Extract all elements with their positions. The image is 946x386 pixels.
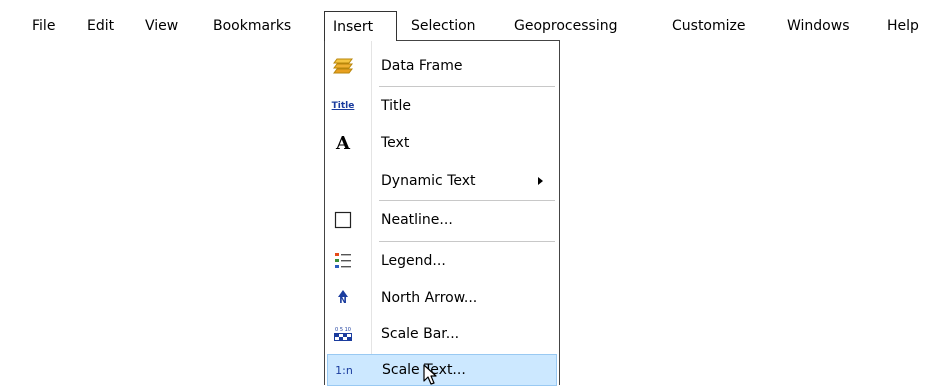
menu-windows[interactable]: Windows bbox=[783, 15, 854, 37]
neatline-icon bbox=[333, 211, 353, 229]
menu-separator bbox=[379, 241, 555, 243]
menu-item-text[interactable]: A Text bbox=[327, 126, 557, 160]
menu-item-neatline[interactable]: Neatline... bbox=[327, 203, 557, 237]
menu-item-scale-text[interactable]: 1:n Scale Text... bbox=[327, 354, 557, 386]
data-frame-icon bbox=[333, 57, 353, 75]
insert-dropdown-menu: Data Frame Title Title A Text Dynamic Te… bbox=[324, 40, 560, 386]
menu-item-scale-bar[interactable]: 0 5 10 Scale Bar... bbox=[327, 317, 557, 351]
menu-item-label: Data Frame bbox=[381, 58, 463, 74]
menu-bookmarks[interactable]: Bookmarks bbox=[209, 15, 295, 37]
menu-item-label: North Arrow... bbox=[381, 290, 478, 306]
legend-icon bbox=[333, 252, 353, 270]
menu-item-label: Legend... bbox=[381, 253, 446, 269]
menu-item-legend[interactable]: Legend... bbox=[327, 244, 557, 278]
menu-view[interactable]: View bbox=[141, 15, 182, 37]
scale-text-icon: 1:n bbox=[335, 363, 353, 377]
menu-customize[interactable]: Customize bbox=[668, 15, 750, 37]
menu-separator bbox=[379, 200, 555, 202]
menu-help[interactable]: Help bbox=[883, 15, 923, 37]
menu-file[interactable]: File bbox=[28, 15, 59, 37]
title-icon: Title bbox=[331, 101, 355, 111]
menu-separator bbox=[379, 86, 555, 88]
menu-item-data-frame[interactable]: Data Frame bbox=[327, 49, 557, 83]
text-icon: A bbox=[336, 132, 350, 154]
submenu-arrow-icon bbox=[538, 177, 543, 185]
scale-bar-icon: 0 5 10 bbox=[333, 325, 353, 343]
north-arrow-icon: N bbox=[333, 289, 353, 307]
menu-item-title[interactable]: Title Title bbox=[327, 89, 557, 123]
menu-item-dynamic-text[interactable]: Dynamic Text bbox=[327, 164, 557, 198]
mouse-pointer-icon bbox=[423, 364, 437, 385]
menu-item-label: Neatline... bbox=[381, 212, 453, 228]
menu-edit[interactable]: Edit bbox=[83, 15, 118, 37]
menu-insert[interactable]: Insert bbox=[324, 11, 397, 41]
menu-selection[interactable]: Selection bbox=[407, 15, 480, 37]
menu-item-north-arrow[interactable]: N North Arrow... bbox=[327, 281, 557, 315]
menu-geoprocessing[interactable]: Geoprocessing bbox=[510, 15, 621, 37]
menu-item-label: Scale Bar... bbox=[381, 326, 460, 342]
menu-item-label: Dynamic Text bbox=[381, 173, 476, 189]
menu-item-label: Title bbox=[381, 98, 412, 114]
menu-item-label: Text bbox=[381, 135, 410, 151]
